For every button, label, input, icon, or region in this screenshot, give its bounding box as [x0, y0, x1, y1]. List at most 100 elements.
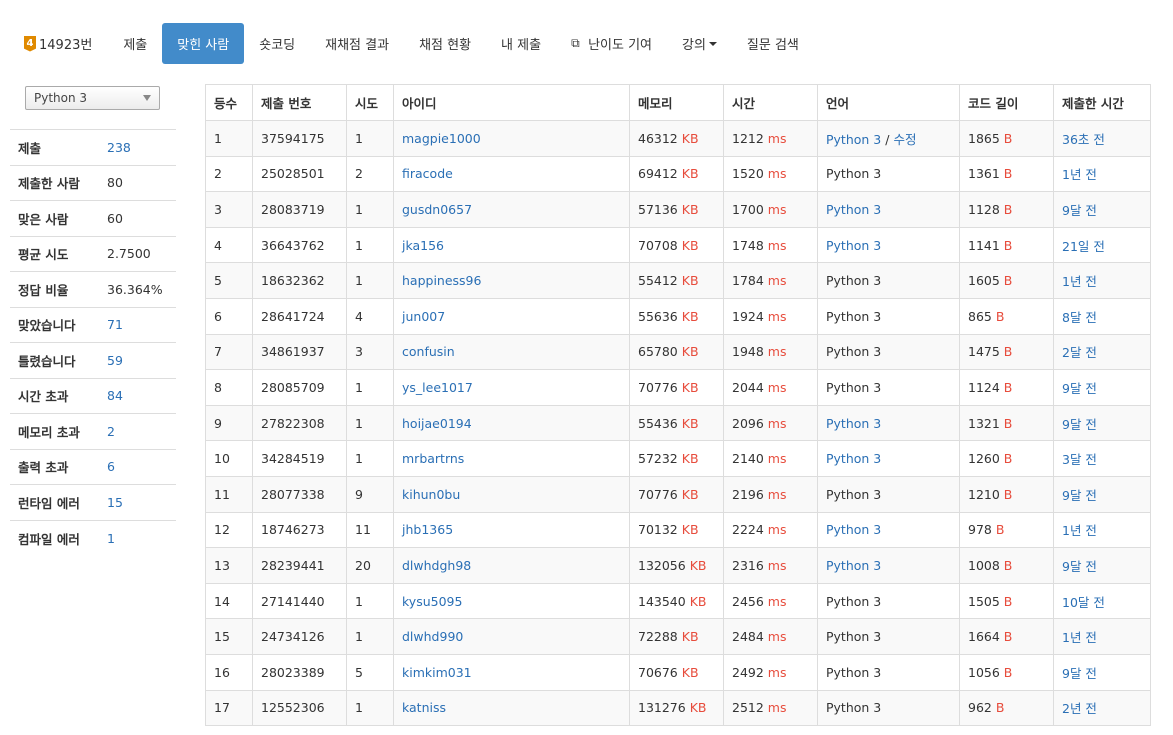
tries: 1 — [355, 700, 363, 716]
tries: 2 — [355, 166, 363, 182]
stat-value-link[interactable]: 59 — [107, 353, 123, 368]
language-link[interactable]: Python 3 — [826, 202, 881, 217]
nav-difficulty-contribution[interactable]: ⧉ 난이도 기여 — [556, 23, 667, 64]
user-link[interactable]: ys_lee1017 — [402, 380, 473, 395]
user-link[interactable]: happiness96 — [402, 273, 481, 288]
time-cell: 2140 ms — [723, 440, 818, 477]
user-cell: gusdn0657 — [393, 191, 630, 228]
nav-question-search[interactable]: 질문 검색 — [732, 23, 814, 64]
submit-time-link[interactable]: 10달 전 — [1062, 595, 1105, 610]
submit-time-link[interactable]: 9달 전 — [1062, 203, 1097, 218]
submit-time-link[interactable]: 8달 전 — [1062, 310, 1097, 325]
submit-time-link[interactable]: 1년 전 — [1062, 167, 1097, 182]
submit-time-link[interactable]: 21일 전 — [1062, 239, 1105, 254]
submit-time-link[interactable]: 9달 전 — [1062, 666, 1097, 681]
language-link[interactable]: Python 3 — [826, 416, 881, 431]
nav-status[interactable]: 채점 현황 — [404, 23, 486, 64]
user-link[interactable]: firacode — [402, 166, 453, 181]
user-link[interactable]: hoijae0194 — [402, 416, 472, 431]
submit-time-link[interactable]: 1년 전 — [1062, 274, 1097, 289]
nav-lecture[interactable]: 강의 — [667, 23, 732, 64]
stat-value-cell: 71 — [99, 307, 176, 343]
language-link[interactable]: Python 3 — [826, 558, 881, 573]
code-length-cell: 1008 B — [959, 547, 1054, 584]
nav-rejudge-result[interactable]: 재채점 결과 — [310, 23, 404, 64]
code-length-value: 865 — [968, 308, 992, 324]
submit-time-link[interactable]: 9달 전 — [1062, 381, 1097, 396]
memory-value: 46312 — [638, 130, 678, 146]
chevron-down-icon — [143, 95, 151, 101]
code-length-cell: 1475 B — [959, 333, 1054, 371]
submit-time-link[interactable]: 1년 전 — [1062, 630, 1097, 645]
stat-value-link[interactable]: 1 — [107, 531, 115, 546]
submission-id-cell: 34861937 — [252, 333, 347, 371]
memory-unit: KB — [681, 166, 699, 182]
submit-time-link[interactable]: 9달 전 — [1062, 559, 1097, 574]
table-row: 12 18746273 11 jhb1365 70132 KB 2224 ms Python… — [205, 511, 1151, 549]
memory-value: 57232 — [638, 451, 678, 467]
submit-time-link[interactable]: 9달 전 — [1062, 417, 1097, 432]
language-link[interactable]: Python 3 — [826, 238, 881, 253]
user-link[interactable]: magpie1000 — [402, 131, 481, 146]
submit-time-cell: 36초 전 — [1053, 120, 1151, 157]
edit-link[interactable]: 수정 — [893, 132, 916, 147]
nav-short-coding[interactable]: 숏코딩 — [244, 23, 310, 64]
nav-label: 숏코딩 — [259, 38, 296, 53]
submit-time-link[interactable]: 2년 전 — [1062, 701, 1097, 716]
user-link[interactable]: dlwhd990 — [402, 629, 463, 644]
tries: 4 — [355, 308, 363, 324]
submit-time-link[interactable]: 9달 전 — [1062, 488, 1097, 503]
submit-time-link[interactable]: 3달 전 — [1062, 452, 1097, 467]
code-length-unit: B — [1003, 237, 1013, 253]
user-link[interactable]: jhb1365 — [402, 522, 453, 537]
language-select[interactable]: Python 3 — [25, 86, 160, 110]
language-link[interactable]: Python 3 — [826, 132, 881, 147]
language-link[interactable]: Python 3 — [826, 451, 881, 466]
user-cell: hoijae0194 — [393, 404, 630, 442]
user-link[interactable]: confusin — [402, 344, 455, 359]
nav-submit[interactable]: 제출 — [108, 23, 162, 64]
memory-cell: 70132 KB — [629, 511, 724, 549]
stat-value-link[interactable]: 238 — [107, 140, 131, 155]
submit-time-link[interactable]: 36초 전 — [1062, 132, 1105, 147]
stat-value-link[interactable]: 71 — [107, 317, 123, 332]
submit-time-link[interactable]: 1년 전 — [1062, 523, 1097, 538]
nav-solved-users[interactable]: 맞힌 사람 — [162, 23, 245, 64]
time-unit: ms — [767, 451, 787, 467]
submission-id: 28083719 — [261, 201, 325, 217]
column-header: 아이디 — [393, 84, 630, 121]
stat-value-link[interactable]: 2 — [107, 424, 115, 439]
user-link[interactable]: jun007 — [402, 309, 445, 324]
user-link[interactable]: gusdn0657 — [402, 202, 472, 217]
problem-number-link[interactable]: 4 14923번 — [0, 23, 108, 64]
rank: 11 — [214, 486, 230, 502]
language-cell: Python 3 — [817, 547, 960, 584]
user-link[interactable]: jka156 — [402, 238, 444, 253]
user-link[interactable]: katniss — [402, 700, 446, 715]
stat-row: 제출 238 — [10, 129, 176, 166]
user-link[interactable]: dlwhdgh98 — [402, 558, 471, 573]
code-length-value: 1008 — [968, 557, 1000, 573]
nav-my-submissions[interactable]: 내 제출 — [486, 23, 556, 64]
user-link[interactable]: kimkim031 — [402, 665, 472, 680]
language-cell: Python 3 — [817, 618, 960, 655]
user-link[interactable]: kihun0bu — [402, 487, 460, 502]
nav-items: 제출 맞힌 사람 숏코딩 재채점 결과 채점 현황 내 제출 ⧉ 난이도 기여 강의 질문 검색 — [108, 23, 814, 64]
time-cell: 2316 ms — [723, 547, 818, 584]
user-link[interactable]: kysu5095 — [402, 594, 462, 609]
time-cell: 1520 ms — [723, 155, 818, 193]
stat-value-link[interactable]: 84 — [107, 388, 123, 403]
user-link[interactable]: mrbartrns — [402, 451, 464, 466]
time-cell: 2456 ms — [723, 582, 818, 620]
stat-value-link[interactable]: 6 — [107, 459, 115, 474]
submission-id-cell: 28641724 — [252, 297, 347, 335]
submit-time-link[interactable]: 2달 전 — [1062, 345, 1097, 360]
rank-cell: 10 — [205, 440, 253, 477]
code-length-unit: B — [995, 522, 1005, 538]
language-link[interactable]: Python 3 — [826, 522, 881, 537]
time-cell: 1784 ms — [723, 262, 818, 299]
time-unit: ms — [767, 308, 787, 324]
stat-value-link[interactable]: 15 — [107, 495, 123, 510]
stat-row: 메모리 초과 2 — [10, 413, 176, 450]
separator: / — [881, 131, 894, 147]
